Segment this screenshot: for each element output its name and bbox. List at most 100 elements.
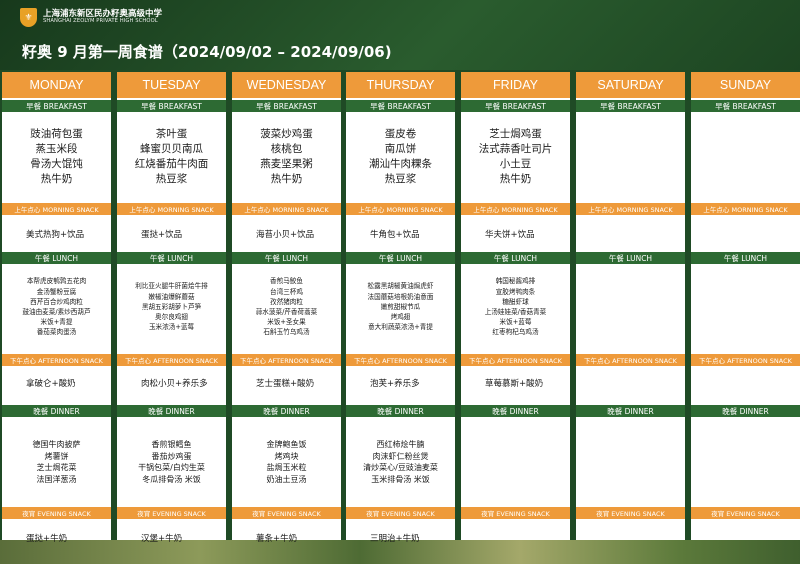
afternoon-snack-label: 下午点心 AFTERNOON SNACK <box>691 354 800 366</box>
snack-text: 草莓慕斯+酸奶 <box>485 379 544 389</box>
menu-item: 意大利蔬菜浓汤+青提 <box>368 323 433 332</box>
menu-item: 豉油荷包蛋 <box>30 128 83 140</box>
snack-text: 拿破仑+酸奶 <box>26 379 76 389</box>
morning-snack-label: 上午点心 MORNING SNACK <box>346 203 455 215</box>
afternoon-snack-label: 下午点心 AFTERNOON SNACK <box>232 354 341 366</box>
dinner-items: 金牌鲍鱼饭 烤鸡块 盐焗玉米粒 奶油土豆汤 <box>232 418 341 506</box>
morning-snack-item: 华夫饼+饮品 <box>461 216 570 252</box>
morning-snack-item: 美式热狗+饮品 <box>2 216 111 252</box>
breakfast-label: 早餐 BREAKFAST <box>691 100 800 112</box>
menu-item: 蛋皮卷 <box>384 128 417 140</box>
afternoon-snack-label: 下午点心 AFTERNOON SNACK <box>346 354 455 366</box>
menu-item: 番茄菜肉蛋汤 <box>36 328 77 337</box>
lunch-items: 本帮虎皮鹌鹑五花肉 金汤蟹粉豆腐 西芹百合炒鸡肉粒 鼓油由麦菜/素炒西葫芦 米饭+青提番… <box>2 265 111 349</box>
menu-item: 热豆浆 <box>384 173 417 185</box>
evening-snack-label: 夜宵 EVENING SNACK <box>2 507 111 519</box>
menu-item: 菠菜炒鸡蛋 <box>260 128 313 140</box>
menu-item: 芝士焗花菜 <box>36 463 77 472</box>
menu-item: 盐焗玉米粒 <box>266 463 307 472</box>
afternoon-snack-item: 拿破仑+酸奶 <box>2 367 111 399</box>
lunch-label: 午餐 LUNCH <box>461 252 570 264</box>
morning-snack-item: 蛋挞+饮品 <box>117 216 226 252</box>
menu-item: 热豆浆 <box>155 173 188 185</box>
dinner-items: 德国牛肉披萨 烤薯饼 芝士焗花菜 法国洋葱汤 <box>2 418 111 506</box>
menu-item: 宣胶烤鸭肉条 <box>495 287 536 296</box>
menu-item: 红枣枸杞乌鸡汤 <box>492 328 539 337</box>
breakfast-label: 早餐 BREAKFAST <box>232 100 341 112</box>
lunch-items: 韩国秘酱鸡排 宣胶烤鸭肉条 糖醋虾球 上汤娃娃菜/香菇青菜 米饭+蓝莓 红枣枸杞乌鸡汤 <box>461 265 570 349</box>
lunch-items: 香煎马鲛鱼 台湾三杯鸡 孜然猪肉粒 蒜水菠菜/芹香荷蒿菜 米饭+圣女果 石斛玉竹乌鸡汤 <box>232 265 341 349</box>
lunch-items <box>576 265 685 349</box>
menu-item: 热牛奶 <box>499 173 532 185</box>
evening-snack-item <box>691 520 800 556</box>
breakfast-label: 早餐 BREAKFAST <box>576 100 685 112</box>
morning-snack-label: 上午点心 MORNING SNACK <box>117 203 226 215</box>
dinner-items: 香煎银鳕鱼 番茄炒鸡蛋 干锅包菜/白灼生菜 冬瓜排骨汤 米饭 <box>117 418 226 506</box>
afternoon-snack-item <box>576 367 685 399</box>
menu-item: 法式蒜香吐司片 <box>478 143 553 155</box>
school-name-en: SHANGHAI ZEOLYM PRIVATE HIGH SCHOOL <box>43 18 158 25</box>
evening-snack-label: 夜宵 EVENING SNACK <box>117 507 226 519</box>
breakfast-label: 早餐 BREAKFAST <box>2 100 111 112</box>
morning-snack-item: 牛角包+饮品 <box>346 216 455 252</box>
menu-item: 蒸玉米段 <box>35 143 78 155</box>
menu-item: 法国蘑菇培根奶油意面 <box>367 292 434 301</box>
menu-item: 糖醋虾球 <box>502 297 529 306</box>
menu-item: 米饭+蓝莓 <box>499 318 532 327</box>
lunch-label: 午餐 LUNCH <box>232 252 341 264</box>
snack-text: 芝士蛋糕+酸奶 <box>256 379 315 389</box>
menu-item: 核桃包 <box>270 143 303 155</box>
snack-text: 肉松小贝+养乐多 <box>141 379 208 389</box>
menu-item: 德国牛肉披萨 <box>32 440 81 449</box>
day-column-saturday: SATURDAY 早餐 BREAKFAST 上午点心 MORNING SNACK 午餐… <box>576 72 685 540</box>
menu-item: 南瓜饼 <box>384 143 417 155</box>
lunch-label: 午餐 LUNCH <box>691 252 800 264</box>
menu-item: 台湾三杯鸡 <box>270 287 303 296</box>
morning-snack-label: 上午点心 MORNING SNACK <box>232 203 341 215</box>
snack-text: 华夫饼+饮品 <box>485 230 535 240</box>
snack-text: 薯条+牛奶 <box>256 534 298 544</box>
afternoon-snack-item: 草莓慕斯+酸奶 <box>461 367 570 399</box>
menu-item: 热牛奶 <box>270 173 303 185</box>
day-header: FRIDAY <box>461 72 570 98</box>
day-column-wednesday: WEDNESDAY 早餐 BREAKFAST 菠菜炒鸡蛋 核桃包 燕麦坚果粥 热牛奶 上午点… <box>232 72 341 544</box>
menu-item: 鼓油由麦菜/素炒西葫芦 <box>22 308 91 316</box>
menu-item: 米饭+圣女果 <box>267 318 306 327</box>
evening-snack-label: 夜宵 EVENING SNACK <box>461 507 570 519</box>
evening-snack-item: 三明治+牛奶 <box>346 520 455 556</box>
menu-item: 嫩煎甜椒节瓜 <box>380 302 421 311</box>
dinner-label: 晚餐 DINNER <box>346 405 455 417</box>
menu-item: 利比亚火腿牛肝菌烩牛排 <box>135 282 208 291</box>
shield-icon: ⚜ <box>20 8 37 27</box>
breakfast-label: 早餐 BREAKFAST <box>117 100 226 112</box>
menu-item: 米饭+青提 <box>40 318 73 327</box>
menu-item: 番茄炒鸡蛋 <box>151 451 192 461</box>
menu-item: 嫩椒油爆鲜蘑菇 <box>148 292 195 301</box>
breakfast-items: 菠菜炒鸡蛋 核桃包 燕麦坚果粥 热牛奶 <box>232 113 341 201</box>
menu-item: 韩国秘酱鸡排 <box>495 277 536 286</box>
breakfast-label: 早餐 BREAKFAST <box>461 100 570 112</box>
lunch-label: 午餐 LUNCH <box>576 252 685 264</box>
dinner-label: 晚餐 DINNER <box>2 405 111 417</box>
breakfast-items <box>576 113 685 201</box>
menu-item: 小土豆 <box>499 158 532 170</box>
afternoon-snack-label: 下午点心 AFTERNOON SNACK <box>576 354 685 366</box>
menu-item: 蜂蜜贝贝南瓜 <box>140 143 203 155</box>
day-column-sunday: SUNDAY 早餐 BREAKFAST 上午点心 MORNING SNACK 午餐 L… <box>691 72 800 540</box>
menu-item: 热牛奶 <box>40 173 73 185</box>
menu-item: 茶叶蛋 <box>155 128 188 140</box>
menu-item: 本帮虎皮鹌鹑五花肉 <box>26 277 87 286</box>
breakfast-items: 茶叶蛋 蜂蜜贝贝南瓜 红烧番茄牛肉面 热豆浆 <box>117 113 226 201</box>
snack-text: 蛋挞+牛奶 <box>26 534 68 544</box>
menu-item: 黑胡五彩胡萝卜芦笋 <box>141 302 202 311</box>
school-logo: ⚜ 上海浦东新区民办籽奥高级中学 SHANGHAI ZEOLYM PRIVATE… <box>20 8 162 27</box>
afternoon-snack-label: 下午点心 AFTERNOON SNACK <box>2 354 111 366</box>
day-column-friday: FRIDAY 早餐 BREAKFAST 芝士焗鸡蛋 法式蒜香吐司片 小土豆 热牛奶 上午点心… <box>461 72 570 540</box>
lunch-items: 利比亚火腿牛肝菌烩牛排 嫩椒油爆鲜蘑菇 黑胡五彩胡萝卜芦笋 奥尔良鸡翅 玉米浓汤+蓝莓 <box>117 265 226 349</box>
snack-text: 泡芙+养乐多 <box>370 379 420 389</box>
menu-item: 孜然猪肉粒 <box>270 297 303 306</box>
day-header: THURSDAY <box>346 72 455 98</box>
menu-item: 肉沫虾仁粉丝煲 <box>372 451 429 461</box>
dinner-items <box>691 418 800 506</box>
evening-snack-label: 夜宵 EVENING SNACK <box>346 507 455 519</box>
